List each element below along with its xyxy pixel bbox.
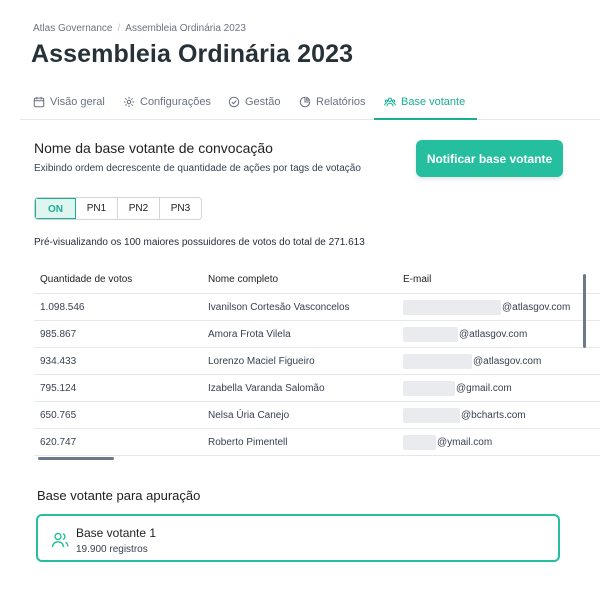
email-cell: @atlasgov.com [403, 348, 541, 374]
preview-note: Pré-visualizando os 100 maiores possuido… [34, 237, 365, 248]
email-cell: @bcharts.com [403, 402, 526, 428]
votes-cell: 795.124 [40, 382, 77, 394]
filter-on[interactable]: ON [35, 198, 76, 219]
tab-label: Configurações [140, 96, 211, 108]
tab-visao-geral[interactable]: Visão geral [33, 86, 105, 118]
voting-tag-filter: ON PN1 PN2 PN3 [34, 197, 202, 220]
votes-cell: 620.747 [40, 436, 77, 448]
pie-chart-icon [299, 96, 311, 108]
email-domain: @atlasgov.com [459, 328, 528, 340]
column-header-email[interactable]: E-mail [403, 266, 431, 293]
column-header-name[interactable]: Nome completo [208, 266, 278, 293]
table-vertical-scrollbar[interactable] [583, 274, 586, 348]
page-title: Assembleia Ordinária 2023 [31, 40, 354, 68]
calendar-icon [33, 96, 45, 108]
tab-label: Base votante [401, 96, 466, 108]
name-cell: Izabella Varanda Salomão [208, 382, 325, 394]
email-cell: @gmail.com [403, 375, 512, 401]
tab-relatorios[interactable]: Relatórios [299, 86, 366, 118]
table-row[interactable]: 1.098.546 Ivanilson Cortesão Vasconcelos… [34, 294, 600, 321]
email-domain: @atlasgov.com [473, 355, 542, 367]
tab-label: Gestão [245, 96, 281, 108]
email-domain: @ymail.com [437, 436, 493, 448]
redacted-email-user [403, 299, 501, 315]
name-cell: Roberto Pimentell [208, 436, 288, 448]
table-row[interactable]: 650.765 Nelsa Úria Canejo @bcharts.com [34, 402, 600, 429]
check-circle-icon [228, 96, 240, 108]
tab-base-votante[interactable]: Base votante [373, 86, 478, 120]
voting-base-name: Base votante 1 [76, 526, 157, 540]
tab-configuracoes[interactable]: Configurações [123, 86, 211, 118]
redacted-email-user [403, 353, 472, 369]
tab-bar: Visão geral Configurações Gestão Relatór… [20, 86, 600, 120]
table-row[interactable]: 934.433 Lorenzo Maciel Figueiro @atlasgo… [34, 348, 600, 375]
tab-label: Visão geral [50, 96, 105, 108]
email-domain: @bcharts.com [461, 409, 526, 421]
tab-label: Relatórios [316, 96, 366, 108]
name-cell: Lorenzo Maciel Figueiro [208, 355, 315, 367]
users-icon [51, 532, 69, 548]
votes-cell: 650.765 [40, 409, 77, 421]
shareholders-table: Quantidade de votos Nome completo E-mail… [34, 266, 600, 456]
filter-pn2[interactable]: PN2 [118, 198, 160, 219]
column-header-votes[interactable]: Quantidade de votos [40, 266, 132, 293]
filter-pn1[interactable]: PN1 [76, 198, 118, 219]
name-cell: Ivanilson Cortesão Vasconcelos [208, 301, 350, 313]
apuracao-section-title: Base votante para apuração [37, 488, 201, 503]
breadcrumb-separator: / [117, 23, 121, 34]
filter-pn3[interactable]: PN3 [160, 198, 201, 219]
table-header: Quantidade de votos Nome completo E-mail [34, 266, 600, 294]
notify-voting-base-button[interactable]: Notificar base votante [416, 140, 563, 177]
email-domain: @atlasgov.com [502, 301, 571, 313]
section-title: Nome da base votante de convocação [34, 140, 273, 156]
redacted-email-user [403, 407, 460, 423]
redacted-email-user [403, 326, 458, 342]
table-horizontal-scrollbar[interactable] [38, 457, 114, 460]
email-cell: @atlasgov.com [403, 321, 527, 347]
redacted-email-user [403, 434, 436, 450]
votes-cell: 985.867 [40, 328, 77, 340]
gear-icon [123, 96, 135, 108]
email-cell: @ymail.com [403, 429, 492, 455]
breadcrumb: Atlas Governance / Assembleia Ordinária 20… [33, 23, 246, 34]
name-cell: Amora Frota Vilela [208, 328, 291, 340]
voting-base-count: 19.900 registros [76, 544, 148, 555]
users-icon [384, 97, 396, 107]
email-domain: @gmail.com [456, 382, 512, 394]
tab-gestao[interactable]: Gestão [228, 86, 280, 118]
breadcrumb-root[interactable]: Atlas Governance [33, 23, 113, 34]
section-subtitle: Exibindo ordem decrescente de quantidade… [34, 163, 361, 174]
breadcrumb-current: Assembleia Ordinária 2023 [125, 23, 246, 34]
redacted-email-user [403, 380, 455, 396]
name-cell: Nelsa Úria Canejo [208, 409, 290, 421]
table-row[interactable]: 985.867 Amora Frota Vilela @atlasgov.com [34, 321, 600, 348]
voting-base-card[interactable]: Base votante 1 19.900 registros [36, 514, 560, 562]
votes-cell: 1.098.546 [40, 301, 85, 313]
email-cell: @atlasgov.com [403, 294, 570, 320]
votes-cell: 934.433 [40, 355, 77, 367]
table-row[interactable]: 620.747 Roberto Pimentell @ymail.com [34, 429, 600, 456]
table-row[interactable]: 795.124 Izabella Varanda Salomão @gmail.… [34, 375, 600, 402]
